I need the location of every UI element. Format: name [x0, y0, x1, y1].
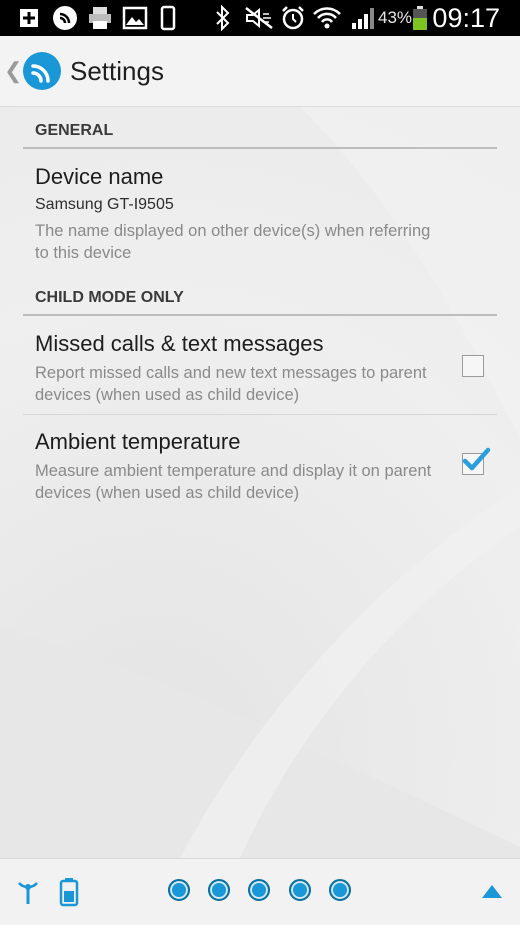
page-dot-1[interactable]: [168, 879, 190, 901]
page-title: Settings: [70, 56, 164, 86]
page-dot-2[interactable]: [208, 879, 230, 901]
app-logo-icon: [53, 6, 77, 30]
phone-icon: [160, 5, 176, 31]
section-header-child-mode: CHILD MODE ONLY: [35, 289, 184, 306]
pref-title: Missed calls & text messages: [35, 331, 324, 356]
page-dot-3[interactable]: [248, 879, 270, 901]
pref-summary: Report missed calls and new text message…: [35, 364, 427, 404]
app-logo-icon[interactable]: [22, 51, 62, 91]
battery-percent: 43%: [378, 8, 413, 27]
section-divider: [23, 314, 497, 316]
status-bar: 43% 09:17: [0, 0, 520, 36]
wifi-icon: [313, 7, 341, 29]
chevron-left-icon[interactable]: ❮: [4, 58, 22, 84]
pref-title: Device name: [35, 164, 164, 189]
image-icon: [122, 6, 148, 30]
pref-summary: Measure ambient temperature and display …: [35, 462, 432, 502]
bluetooth-icon: [216, 5, 230, 31]
page-dot-4[interactable]: [289, 879, 311, 901]
printer-icon: [89, 7, 111, 29]
section-divider: [23, 147, 497, 149]
page-dot-5[interactable]: [329, 879, 351, 901]
settings-list[interactable]: GENERAL Device name Samsung GT-I9505 The…: [0, 107, 520, 858]
add-icon: [20, 9, 38, 27]
missed-calls-checkbox[interactable]: [462, 355, 484, 377]
alarm-icon: [282, 6, 304, 30]
row-divider: [23, 414, 497, 415]
mute-icon: [245, 7, 273, 29]
bottom-bar: [0, 858, 520, 925]
battery-icon: [413, 6, 427, 30]
ambient-temperature-checkbox[interactable]: [462, 447, 491, 475]
pref-title: Ambient temperature: [35, 429, 241, 454]
checkmark-icon: [462, 447, 491, 471]
signal-icon: [352, 8, 374, 29]
section-header-general: GENERAL: [35, 122, 114, 139]
expand-up-icon[interactable]: [481, 883, 503, 899]
antenna-icon[interactable]: [17, 879, 39, 905]
clock: 09:17: [432, 3, 500, 33]
pref-value: Samsung GT-I9505: [35, 196, 174, 213]
battery-status-icon[interactable]: [59, 877, 79, 907]
pref-summary: The name displayed on other device(s) wh…: [35, 222, 431, 262]
action-bar: ❮ Settings: [0, 36, 520, 107]
